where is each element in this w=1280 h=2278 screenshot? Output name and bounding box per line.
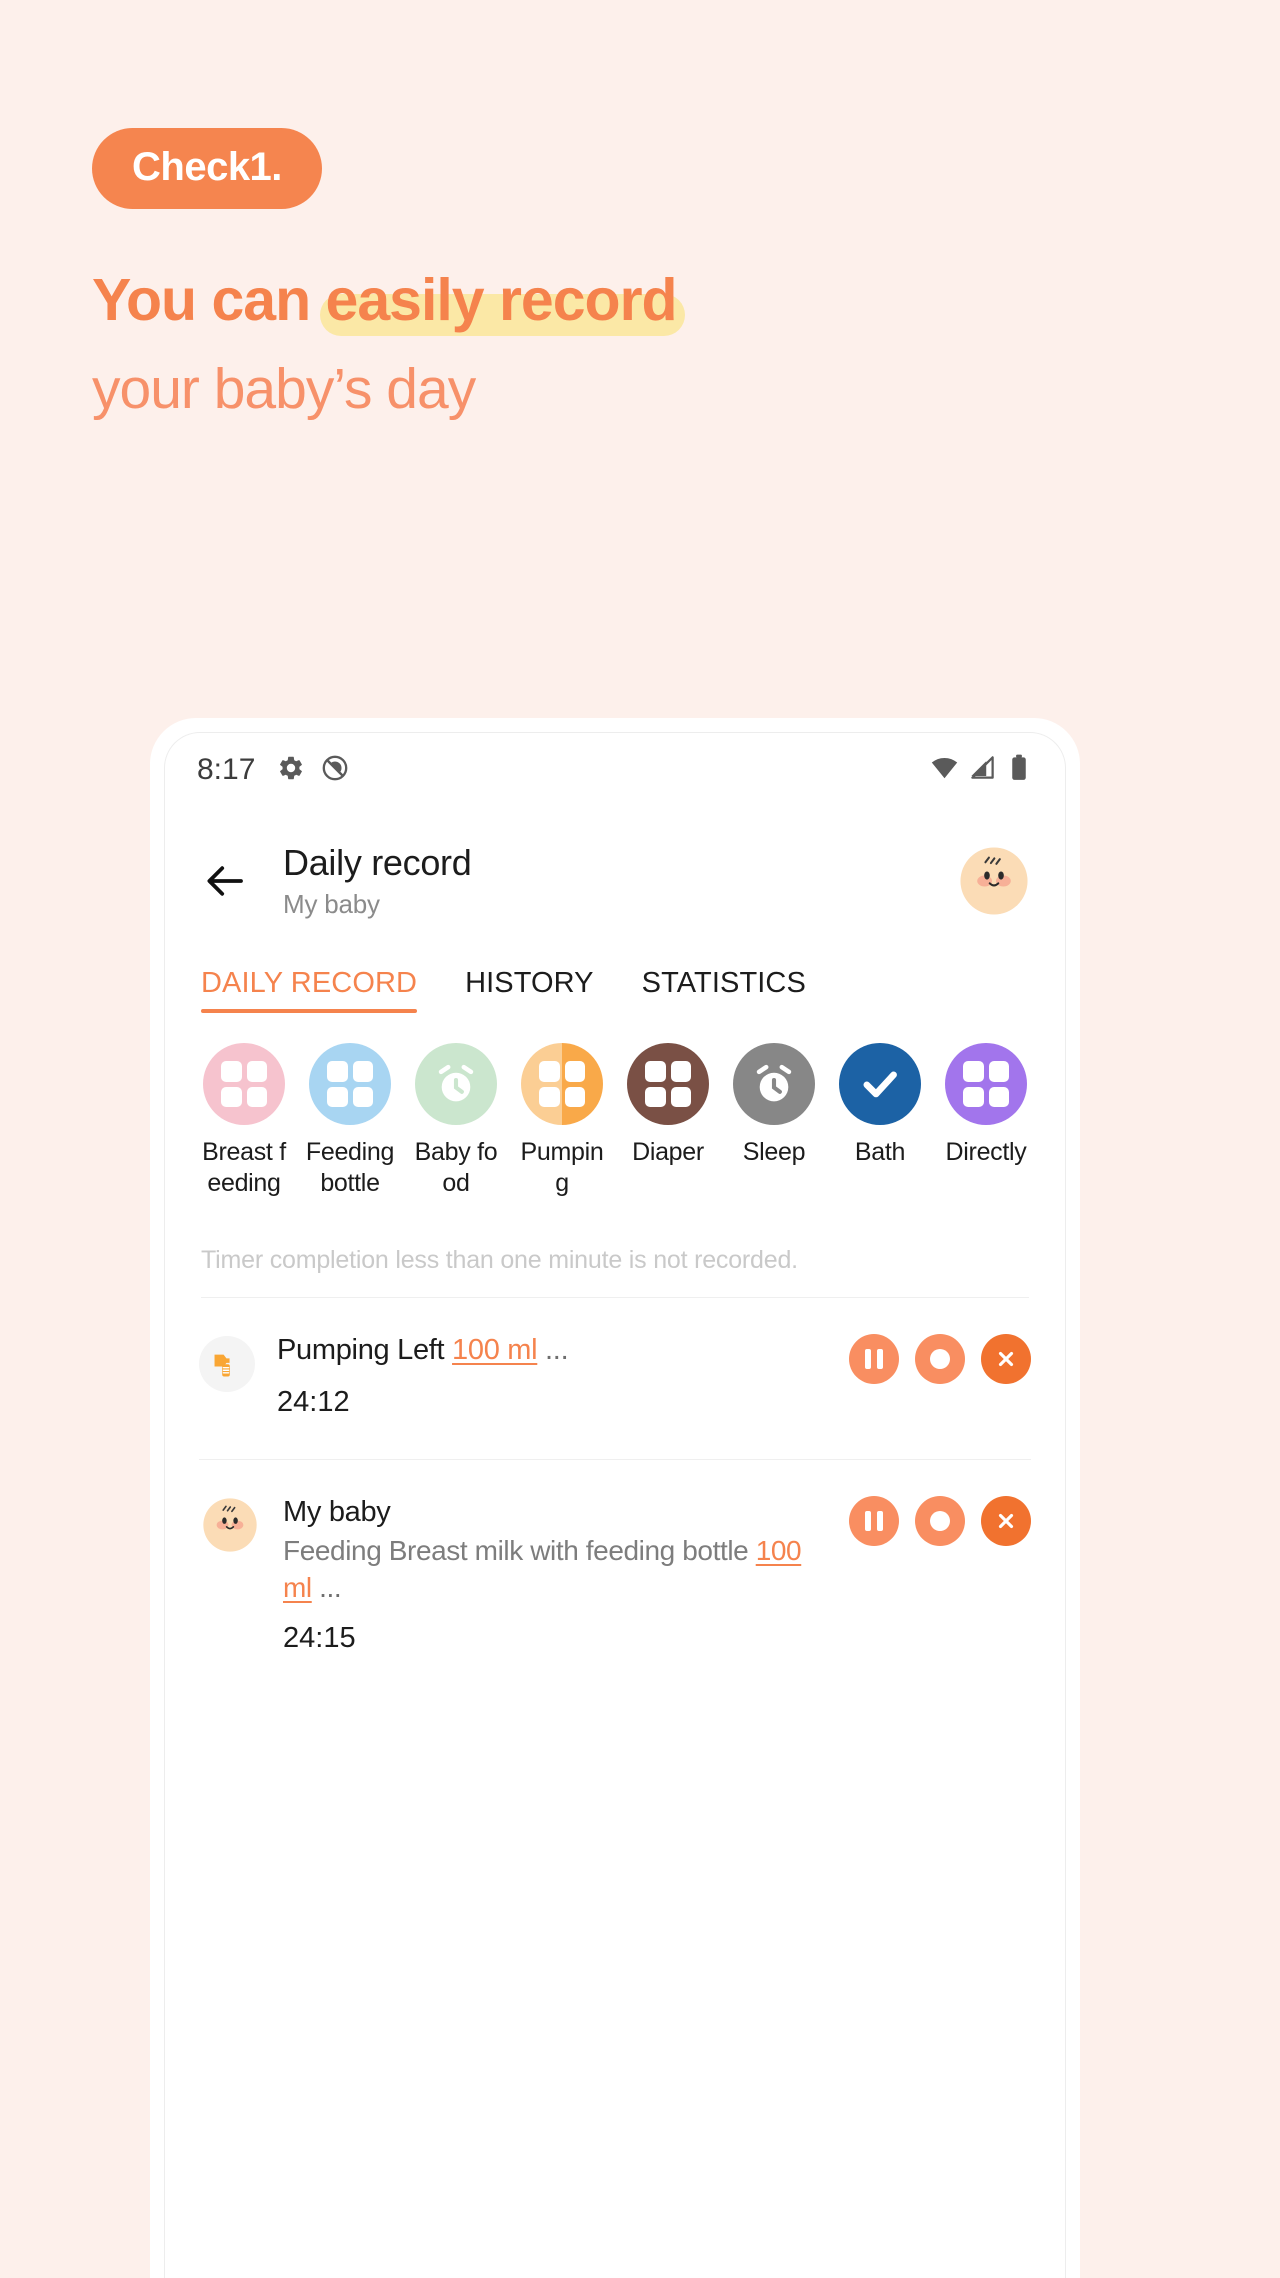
close-icon	[998, 1351, 1014, 1367]
record-title: My baby	[283, 1495, 391, 1528]
stop-button[interactable]	[915, 1495, 965, 1546]
promo-subline: your baby’s day	[92, 357, 476, 421]
record-body: My baby Feeding Breast milk with feeding…	[283, 1494, 835, 1655]
record-description-prefix: Feeding Breast milk with feeding bottle	[283, 1535, 756, 1567]
category-breast-feeding[interactable]: Breast feeding	[191, 1043, 297, 1198]
breast-pump-icon	[199, 1336, 255, 1392]
category-pumping[interactable]: Pumping	[509, 1043, 615, 1198]
diaper-icon	[627, 1043, 709, 1125]
feeding-bottle-icon	[309, 1043, 391, 1125]
status-bar: 8:17	[165, 733, 1065, 807]
no-silent-icon	[321, 754, 349, 787]
record-title-prefix: Pumping Left	[277, 1334, 453, 1366]
category-diaper[interactable]: Diaper	[615, 1043, 721, 1198]
battery-icon	[1007, 754, 1031, 786]
pause-icon	[865, 1510, 883, 1531]
record-ellipsis: ...	[311, 1571, 342, 1603]
category-directly[interactable]: Directly	[933, 1043, 1039, 1198]
directly-icon	[945, 1043, 1027, 1125]
tab-history[interactable]: HISTORY	[465, 967, 594, 1013]
page-title: Daily record	[283, 841, 472, 883]
baby-avatar-icon	[960, 847, 1028, 915]
record-actions	[849, 1334, 1031, 1384]
app-bar: Daily record My baby	[165, 807, 1065, 955]
category-feeding-bottle[interactable]: Feeding bottle	[297, 1043, 403, 1198]
record-timer: 24:15	[283, 1622, 356, 1655]
headline-text-plain: You can	[92, 267, 326, 333]
record-row-feeding[interactable]: My baby Feeding Breast milk with feeding…	[165, 1460, 1065, 1655]
category-label: Pumping	[520, 1138, 604, 1197]
category-label: Diaper	[632, 1138, 704, 1166]
category-label: Baby food	[414, 1138, 498, 1197]
status-bar-left-icons	[277, 754, 349, 787]
category-row: Breast feeding Feeding bottle Baby food	[165, 1013, 1065, 1198]
pause-button[interactable]	[849, 1495, 899, 1546]
record-actions	[849, 1495, 1031, 1546]
baby-avatar-icon	[203, 1498, 257, 1552]
record-title: Pumping Left 100 ml ...	[277, 1332, 835, 1370]
record-timer: 24:12	[277, 1385, 350, 1418]
record-body: Pumping Left 100 ml ... 24:12	[277, 1332, 835, 1419]
cancel-button[interactable]	[981, 1334, 1031, 1384]
stop-button[interactable]	[915, 1334, 965, 1384]
back-arrow-icon[interactable]	[201, 857, 249, 905]
wifi-icon	[931, 754, 958, 786]
phone-screen: 8:17 Daily record My baby DAILY RECORD H…	[164, 732, 1066, 2278]
cancel-button[interactable]	[981, 1495, 1031, 1546]
category-label: Breast feeding	[202, 1138, 286, 1197]
avatar[interactable]	[955, 842, 1033, 920]
gear-icon	[277, 754, 305, 787]
status-bar-clock: 8:17	[197, 753, 256, 786]
tab-statistics[interactable]: STATISTICS	[642, 967, 806, 1013]
sleep-alarm-clock-icon	[733, 1043, 815, 1125]
phone-mockup-frame: 8:17 Daily record My baby DAILY RECORD H…	[150, 718, 1080, 2278]
check-badge: Check1.	[92, 128, 322, 209]
baby-avatar	[199, 1494, 261, 1556]
category-label: Sleep	[742, 1138, 806, 1166]
category-bath[interactable]: Bath	[827, 1043, 933, 1198]
category-label: Feeding bottle	[305, 1138, 395, 1197]
cellular-signal-icon	[969, 754, 996, 786]
headline-text-highlighted: easily record	[319, 267, 685, 336]
stop-icon	[930, 1349, 950, 1369]
app-bar-titles: Daily record My baby	[283, 841, 472, 920]
stop-icon	[930, 1510, 950, 1531]
record-description: Feeding Breast milk with feeding bottle …	[283, 1533, 835, 1606]
check-icon	[839, 1043, 921, 1125]
status-bar-right-icons	[931, 754, 1031, 786]
tab-daily-record[interactable]: DAILY RECORD	[201, 967, 418, 1013]
category-label: Directly	[945, 1138, 1027, 1166]
record-amount[interactable]: 100 ml	[452, 1334, 538, 1366]
page-subtitle: My baby	[283, 889, 380, 920]
promo-header: Check1. You can easily record your baby’…	[92, 128, 992, 418]
breast-feeding-icon	[203, 1043, 285, 1125]
timer-note: Timer completion less than one minute is…	[201, 1246, 798, 1274]
pause-button[interactable]	[849, 1334, 899, 1384]
tab-bar: DAILY RECORD HISTORY STATISTICS	[165, 967, 1065, 1013]
category-baby-food[interactable]: Baby food	[403, 1043, 509, 1198]
pause-icon	[865, 1349, 883, 1369]
category-label: Bath	[854, 1138, 906, 1166]
record-ellipsis: ...	[537, 1334, 569, 1366]
close-icon	[998, 1513, 1014, 1528]
promo-headline: You can easily record	[92, 267, 992, 336]
alarm-clock-icon	[415, 1043, 497, 1125]
pumping-icon	[521, 1043, 603, 1125]
category-sleep[interactable]: Sleep	[721, 1043, 827, 1198]
record-row-pumping[interactable]: Pumping Left 100 ml ... 24:12	[165, 1298, 1065, 1419]
